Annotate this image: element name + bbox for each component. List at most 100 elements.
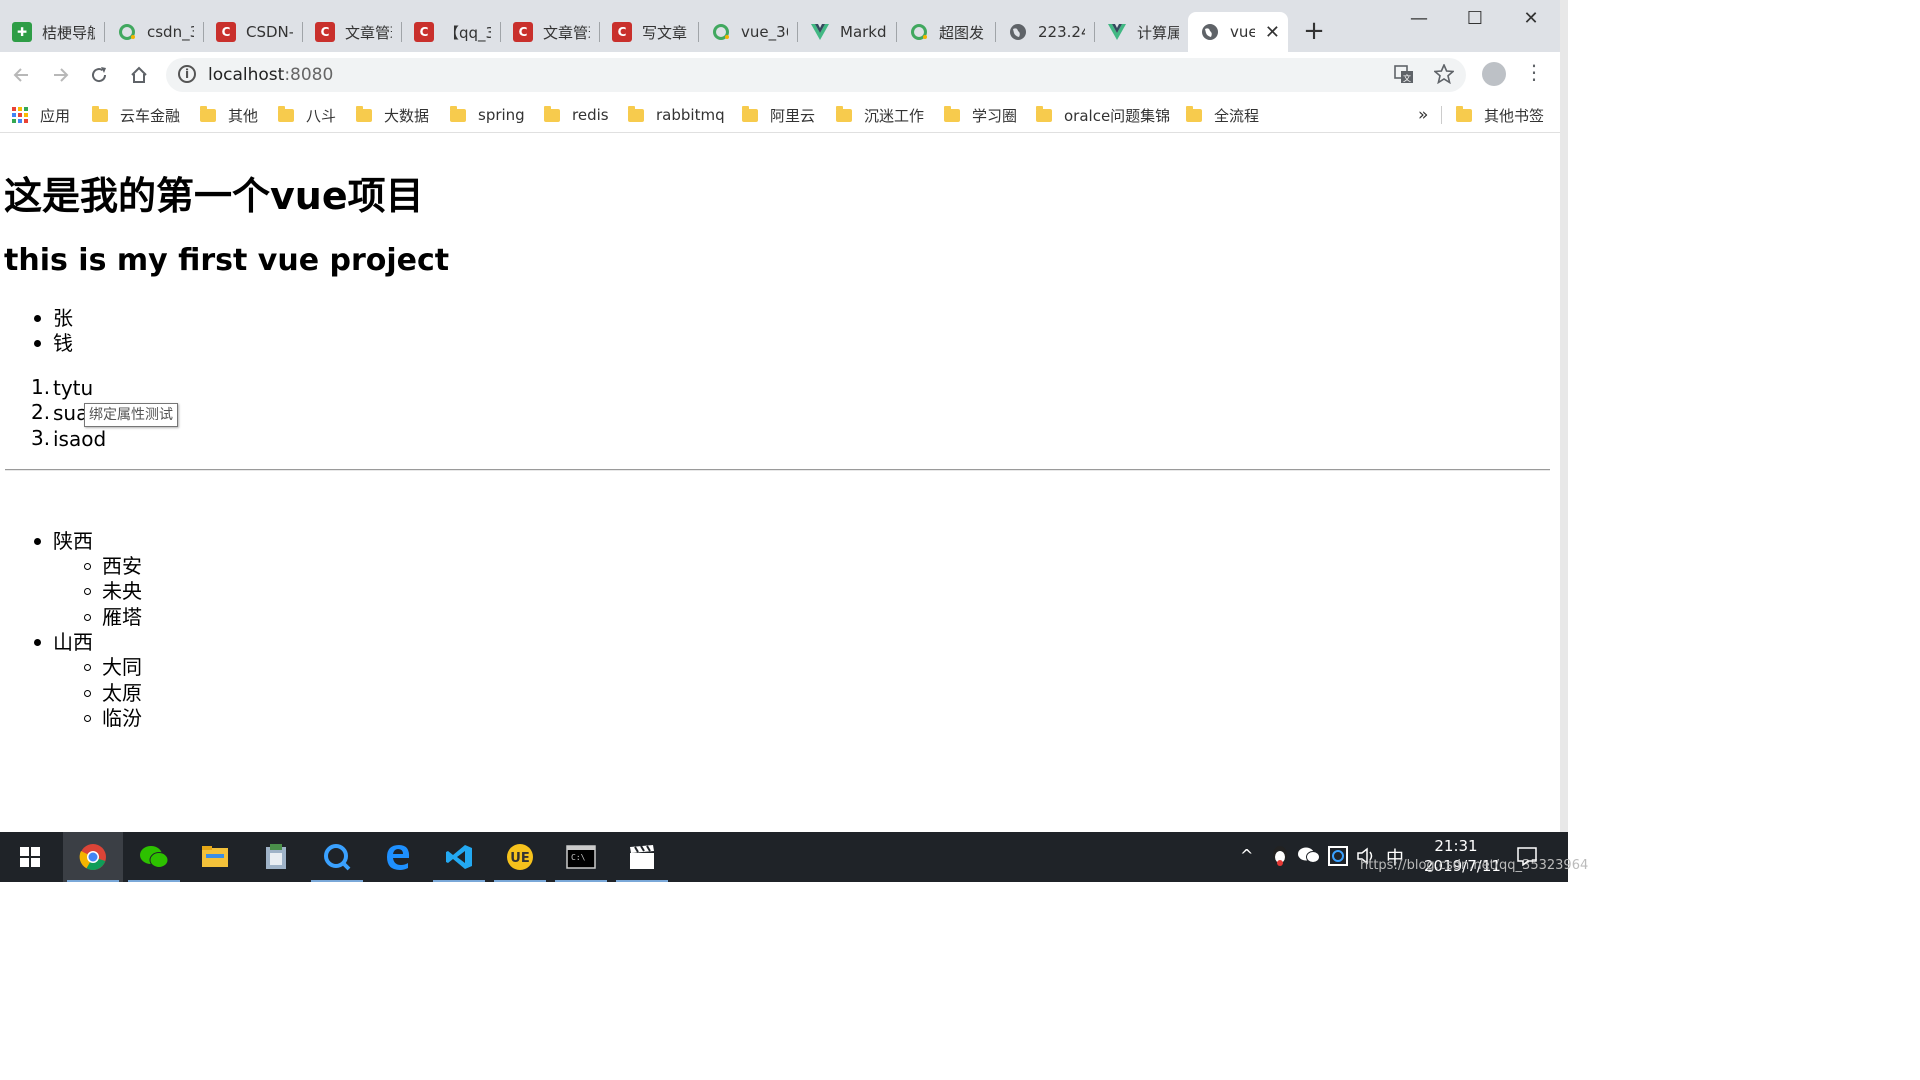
taskbar-terminal[interactable]: C:\ [551,832,611,882]
notification-icon[interactable] [1516,846,1538,870]
bookmark-folder[interactable]: 沉迷工作 [836,104,924,126]
csdn-icon: C [414,22,434,42]
tab-11[interactable]: 223.24 [996,12,1093,52]
tab-active-vue[interactable]: vue ✕ [1188,12,1288,52]
other-bookmarks-folder[interactable]: 其他书签 [1456,104,1544,126]
app-manager-icon [266,844,286,869]
bookmark-folder[interactable]: 八斗 [278,104,336,126]
tray-qq-browser-icon[interactable] [1328,846,1348,870]
taskbar-qq-browser[interactable] [307,832,367,882]
bookmarks-overflow-button[interactable]: » [1418,104,1428,126]
address-url[interactable]: localhost:8080 [208,65,333,85]
taskbar-file-explorer[interactable] [185,832,245,882]
bookmark-label: redis [572,106,609,124]
circle-bullet [84,563,91,570]
list-number: 3. [31,426,51,450]
taskbar-media-app[interactable] [612,832,672,882]
city-name: 大同 [102,655,142,679]
tab-title: 桔梗导航 [42,23,95,42]
circle-bullet [84,614,91,621]
profile-avatar-icon[interactable] [1482,62,1506,86]
translate-icon[interactable]: 文 [1394,64,1414,89]
tab-2[interactable]: csdn_3 [105,12,202,52]
bookmark-folder[interactable]: spring [450,104,525,126]
tab-9[interactable]: Markd [798,12,895,52]
bookmark-label: 大数据 [384,106,430,125]
tab-title: 文章管理 [543,23,590,42]
bookmark-folder[interactable]: 全流程 [1186,104,1259,126]
disc-bullet [34,340,41,347]
taskbar-vscode[interactable] [429,832,489,882]
folder-icon [356,105,372,122]
bookmark-label: 其他 [228,106,259,125]
tab-1[interactable]: ✚ 桔梗导航 [0,12,103,52]
tab-10[interactable]: 超图发 [897,12,994,52]
tab-12[interactable]: 计算属 [1095,12,1187,52]
taskbar-wechat[interactable] [124,832,184,882]
home-icon[interactable] [124,60,154,90]
bookmark-label: 全流程 [1214,106,1260,125]
bookmark-label: 八斗 [306,106,337,125]
active-indicator [494,880,546,882]
bookmark-label: 应用 [40,106,71,125]
taskbar-app-manager[interactable] [246,832,306,882]
bookmark-folder[interactable]: oralce问题集锦 [1036,104,1170,126]
maximize-button[interactable]: ☐ [1452,6,1498,36]
tab-title: 超图发 [939,23,985,42]
tab-4[interactable]: C 文章管理 [303,12,400,52]
tab-6[interactable]: C 文章管理 [501,12,598,52]
back-arrow-icon[interactable] [6,60,36,90]
svg-text:UE: UE [510,851,529,866]
tab-3[interactable]: C CSDN- [204,12,301,52]
list-number: 2. [31,400,51,424]
bookmark-apps[interactable]: 应用 [12,104,70,126]
circle-bullet [84,715,91,722]
svg-text:C:\: C:\ [571,853,586,862]
ring-icon [117,22,137,42]
address-bar[interactable]: i localhost:8080 文 [166,58,1466,92]
menu-dots-icon[interactable]: ⋮ [1524,60,1544,84]
taskbar-edge[interactable] [368,832,428,882]
tab-title: 文章管理 [345,23,392,42]
title-tooltip: 绑定属性测试 [84,403,178,427]
close-tab-icon[interactable]: ✕ [1265,22,1280,43]
start-button[interactable] [0,832,60,882]
bookmark-folder[interactable]: 大数据 [356,104,429,126]
tab-8[interactable]: vue_36 [699,12,796,52]
info-icon[interactable]: i [178,65,196,83]
folder-icon [1036,105,1052,122]
minimize-button[interactable]: — [1396,6,1442,36]
forward-arrow-icon[interactable] [46,60,76,90]
bookmark-folder[interactable]: 其他 [200,104,258,126]
bookmark-star-icon[interactable] [1433,62,1455,89]
tab-strip: ✚ 桔梗导航 csdn_3 C CSDN- C 文章管理 C 【qq_3 C 文… [0,0,1568,52]
ring-icon [909,22,929,42]
bookmark-folder[interactable]: rabbitmq [628,104,725,126]
reload-icon[interactable] [84,60,114,90]
tab-7[interactable]: C 写文章 [600,12,697,52]
apps-grid-icon [12,107,28,123]
taskbar-ultraedit[interactable]: UE [490,832,550,882]
circle-bullet [84,690,91,697]
taskbar-chrome[interactable] [63,832,123,882]
tray-wechat-icon[interactable] [1298,846,1320,868]
bookmark-folder[interactable]: 学习圈 [944,104,1017,126]
tab-title: 【qq_3 [444,23,491,42]
bookmark-folder[interactable]: redis [544,104,609,126]
bookmark-folder[interactable]: 云车金融 [92,104,180,126]
bookmarks-bar: 应用 云车金融 其他 八斗 大数据 spring redis rabbitmq … [0,98,1568,133]
new-tab-button[interactable]: + [1300,17,1328,45]
bookmark-folder[interactable]: 阿里云 [742,104,815,126]
csdn-icon: C [513,22,533,42]
tray-penguin-icon[interactable] [1270,844,1290,870]
tab-5[interactable]: C 【qq_3 [402,12,499,52]
city-name: 太原 [102,681,142,705]
folder-icon [1456,105,1472,122]
tab-title: vue_36 [741,23,788,41]
tray-expand-icon[interactable]: ^ [1240,846,1253,865]
tab-title: CSDN- [246,23,293,41]
folder-icon [836,105,852,122]
close-window-button[interactable]: ✕ [1508,6,1554,36]
disc-bullet [34,639,41,646]
active-indicator [555,880,607,882]
